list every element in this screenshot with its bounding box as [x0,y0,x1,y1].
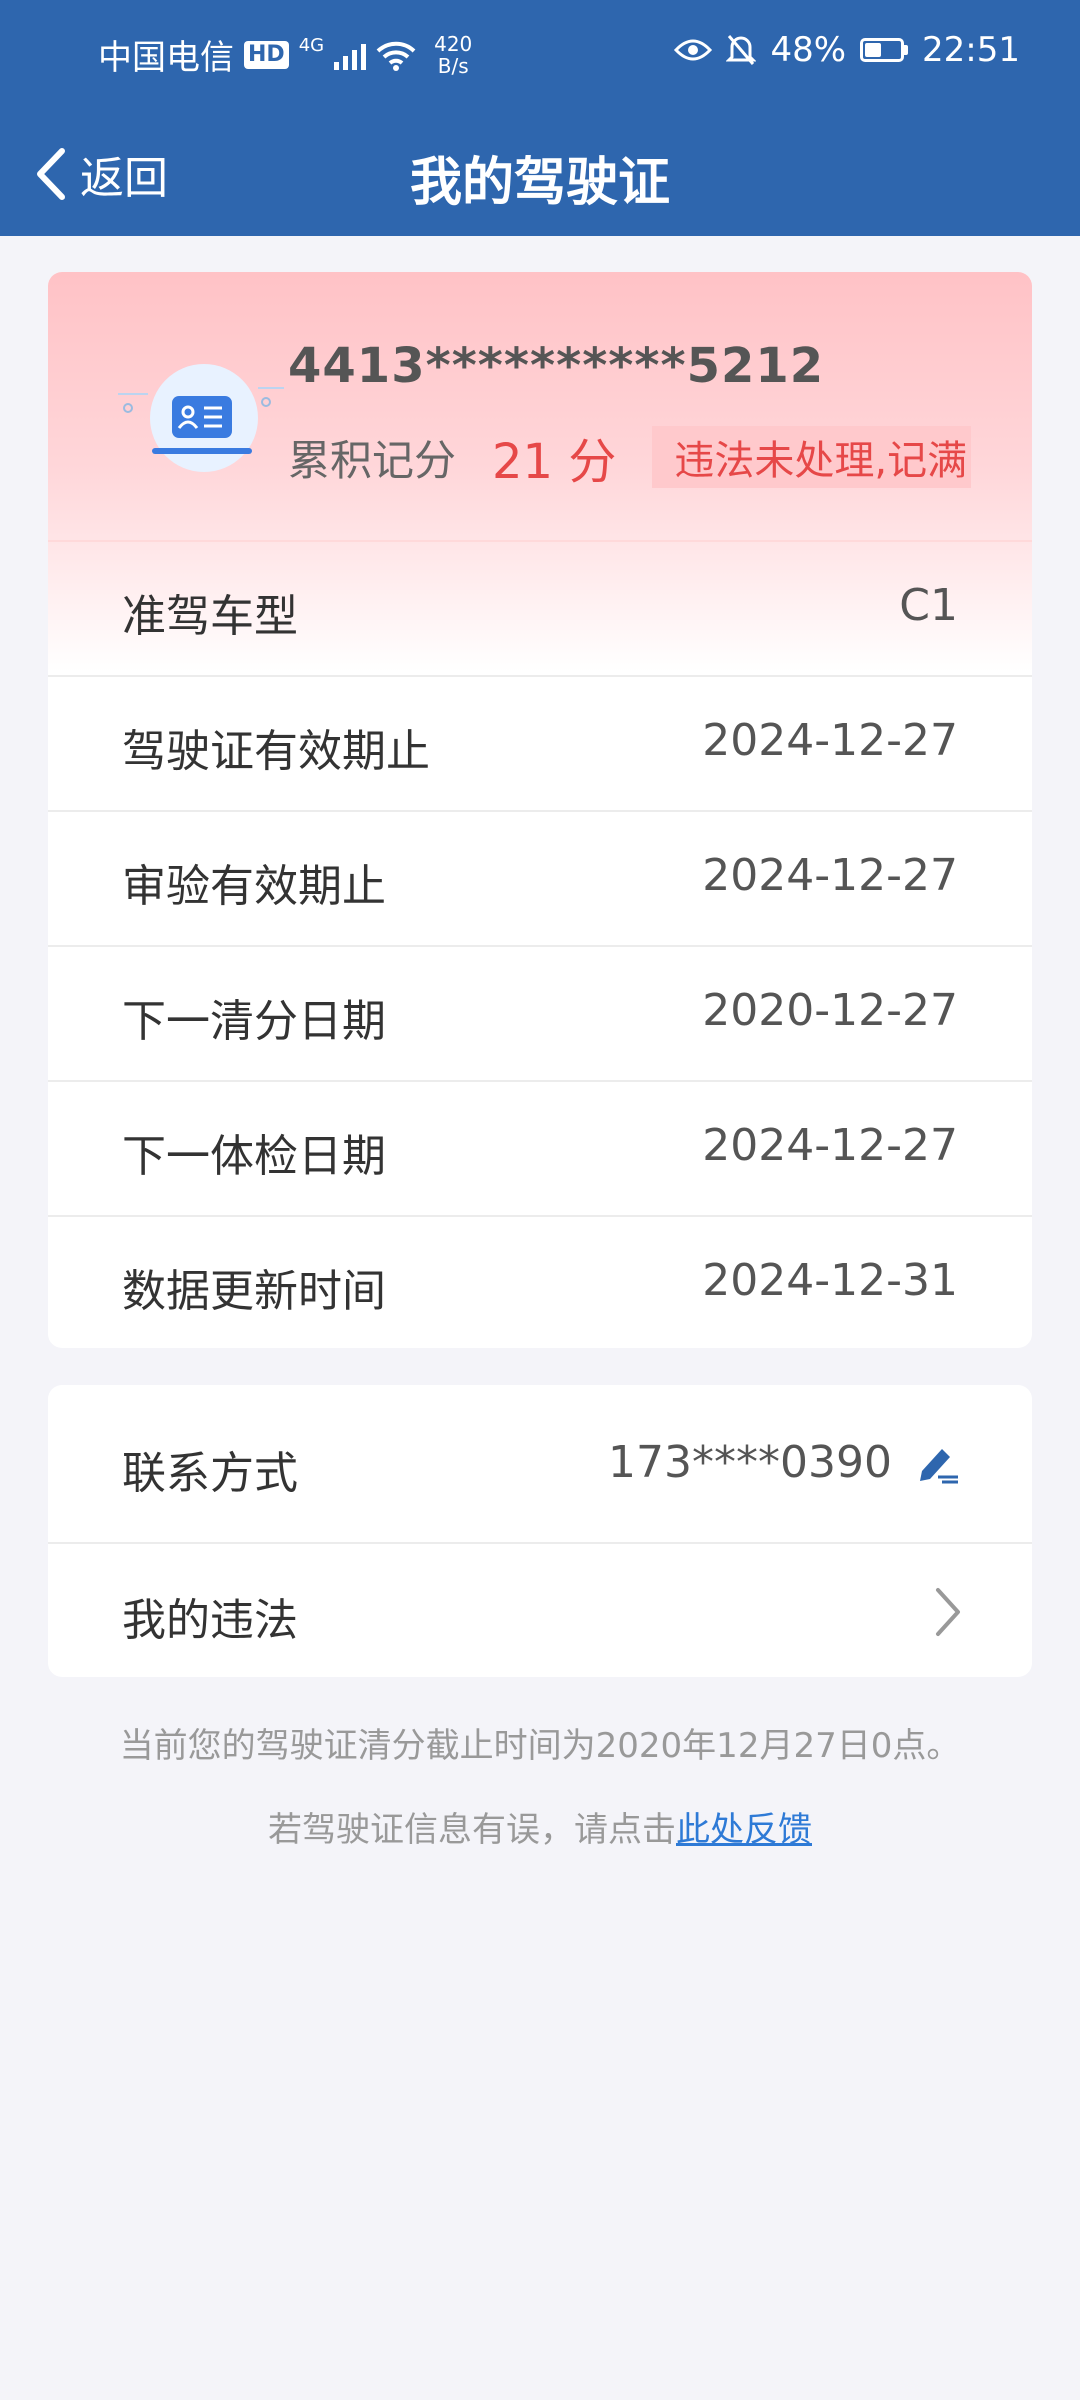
feedback-note: 若驾驶证信息有误，请点击此处反馈 [0,1802,1080,1851]
clock: 22:51 [922,30,1020,70]
violations-label: 我的违法 [122,1595,298,1646]
points-row: 累积记分 21 分 违法未处理,记满 [288,422,972,492]
contact-phone: 173****0390 [608,1437,892,1488]
net-speed-value: 420 [434,31,473,56]
mute-bell-icon [726,35,757,65]
hd-icon: HD [244,40,289,69]
status-badge: 违法未处理,记满 [652,426,972,488]
detail-value: C1 [899,580,958,631]
chevron-right-icon [936,1588,960,1636]
detail-row-data-update-time: 数据更新时间 2024-12-31 [48,1215,1032,1348]
points-value: 21 分 [492,434,617,490]
net-speed-unit: B/s [437,53,469,78]
points-label: 累积记分 [288,435,457,485]
battery-icon [860,38,909,62]
my-violations-row[interactable]: 我的违法 [48,1542,1032,1677]
detail-label: 下一体检日期 [122,1131,386,1182]
status-left: 中国电信 HD 4G 420 B/s [98,30,472,79]
contact-label: 联系方式 [122,1448,298,1499]
feedback-prefix: 若驾驶证信息有误，请点击 [268,1810,676,1850]
nav-bar: 返回 我的驾驶证 [0,120,1080,220]
detail-row-license-expiry: 驾驶证有效期止 2024-12-27 [48,675,1032,810]
battery-percent: 48% [770,30,847,70]
detail-row-next-medical-date: 下一体检日期 2024-12-27 [48,1080,1032,1215]
signal-icon [334,40,367,70]
detail-label: 驾驶证有效期止 [122,726,430,777]
detail-label: 审验有效期止 [122,861,386,912]
feedback-link[interactable]: 此处反馈 [676,1810,812,1850]
detail-value: 2020-12-27 [702,985,958,1036]
detail-label: 数据更新时间 [122,1266,386,1317]
eye-icon [674,39,713,61]
license-card: 4413**********5212 累积记分 21 分 违法未处理,记满 准驾… [48,272,1032,1348]
detail-row-vehicle-class: 准驾车型 C1 [48,540,1032,675]
detail-label: 准驾车型 [122,591,298,642]
clear-deadline-note: 当前您的驾驶证清分截止时间为2020年12月27日0点。 [119,1726,961,1766]
contact-row[interactable]: 联系方式 173****0390 [48,1385,1032,1542]
wifi-icon [376,41,416,71]
status-bar: 中国电信 HD 4G 420 B/s 48% 22:51 [0,0,1080,100]
detail-label: 下一清分日期 [122,996,386,1047]
detail-value: 2024-12-27 [702,1120,958,1171]
header-bar: 中国电信 HD 4G 420 B/s 48% 22:51 返回 我的驾驶证 [0,0,1080,236]
detail-row-review-expiry: 审验有效期止 2024-12-27 [48,810,1032,945]
page-title: 我的驾驶证 [409,153,670,213]
network-type-label: 4G [298,34,325,56]
contact-card: 联系方式 173****0390 我的违法 [48,1385,1032,1677]
license-number: 4413**********5212 [288,338,825,394]
detail-row-next-clear-date: 下一清分日期 2020-12-27 [48,945,1032,1080]
edit-icon[interactable] [916,1441,962,1487]
net-speed: 420 B/s [434,33,472,77]
detail-value: 2024-12-27 [702,715,958,766]
status-right: 48% 22:51 [674,30,1020,70]
carrier-label: 中国电信 [98,38,234,78]
detail-value: 2024-12-27 [702,850,958,901]
detail-value: 2024-12-31 [702,1255,958,1306]
license-card-icon [118,364,284,472]
